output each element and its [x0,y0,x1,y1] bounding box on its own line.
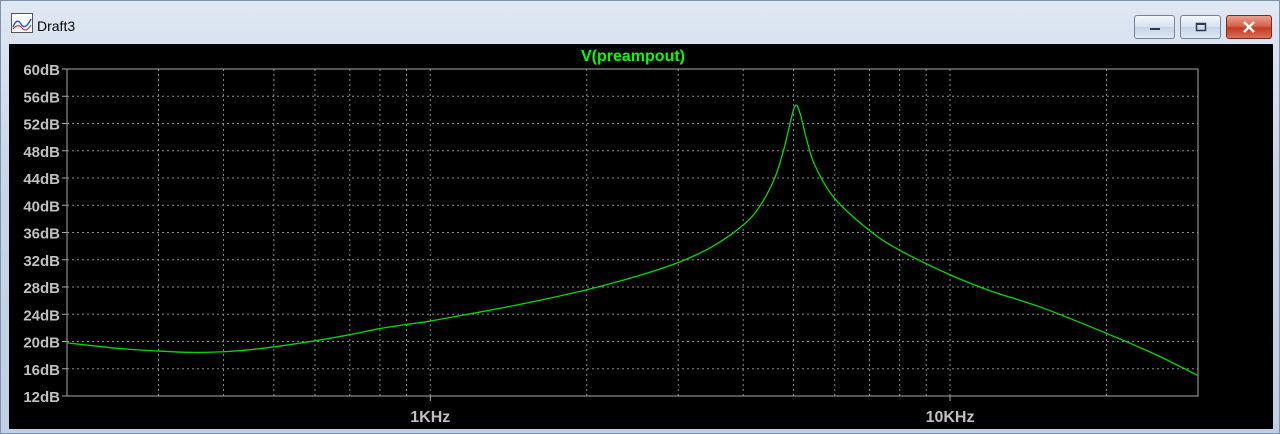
y-tick-label: 44dB [23,171,60,188]
maximize-icon [1194,21,1208,33]
y-tick-label: 32dB [23,253,60,270]
chart-title: V(preampout) [581,48,685,65]
y-tick-label: 28dB [23,280,60,297]
grid-lines [67,69,1198,396]
waveform-viewer-icon [11,13,33,33]
x-axis-ticks: 1KHz 10KHz [410,396,974,426]
minimize-icon [1148,22,1162,32]
series-line [66,104,1199,377]
y-tick-label: 60dB [23,62,60,79]
x-tick-label: 10KHz [926,409,975,426]
y-tick-label: 12dB [23,389,60,406]
y-tick-label: 24dB [23,307,60,324]
y-tick-label: 40dB [23,198,60,215]
close-button[interactable] [1226,15,1272,39]
plot-area[interactable]: 60dB 56dB 52dB 48dB 44dB 40dB 36dB 32dB 28dB 24dB… [9,44,1273,429]
y-tick-label: 52dB [23,117,60,134]
y-tick-label: 56dB [23,89,60,106]
title-bar[interactable]: Draft3 [1,1,1279,44]
series-group [66,104,1199,377]
minimize-button[interactable] [1134,15,1175,39]
y-axis-ticks: 60dB 56dB 52dB 48dB 44dB 40dB 36dB 32dB 28dB 24dB… [23,62,67,406]
app-window: Draft3 60dB 56dB 52dB 48dB 44dB 40dB 36dB 32dB 2… [0,0,1280,434]
close-icon [1242,21,1256,33]
y-tick-label: 20dB [23,335,60,352]
x-tick-label: 1KHz [410,409,450,426]
y-tick-label: 16dB [23,362,60,379]
window-title: Draft3 [37,18,76,34]
y-tick-label: 36dB [23,226,60,243]
maximize-button[interactable] [1180,15,1221,39]
y-tick-label: 48dB [23,144,60,161]
bode-plot[interactable]: 60dB 56dB 52dB 48dB 44dB 40dB 36dB 32dB 28dB 24dB… [9,44,1273,429]
